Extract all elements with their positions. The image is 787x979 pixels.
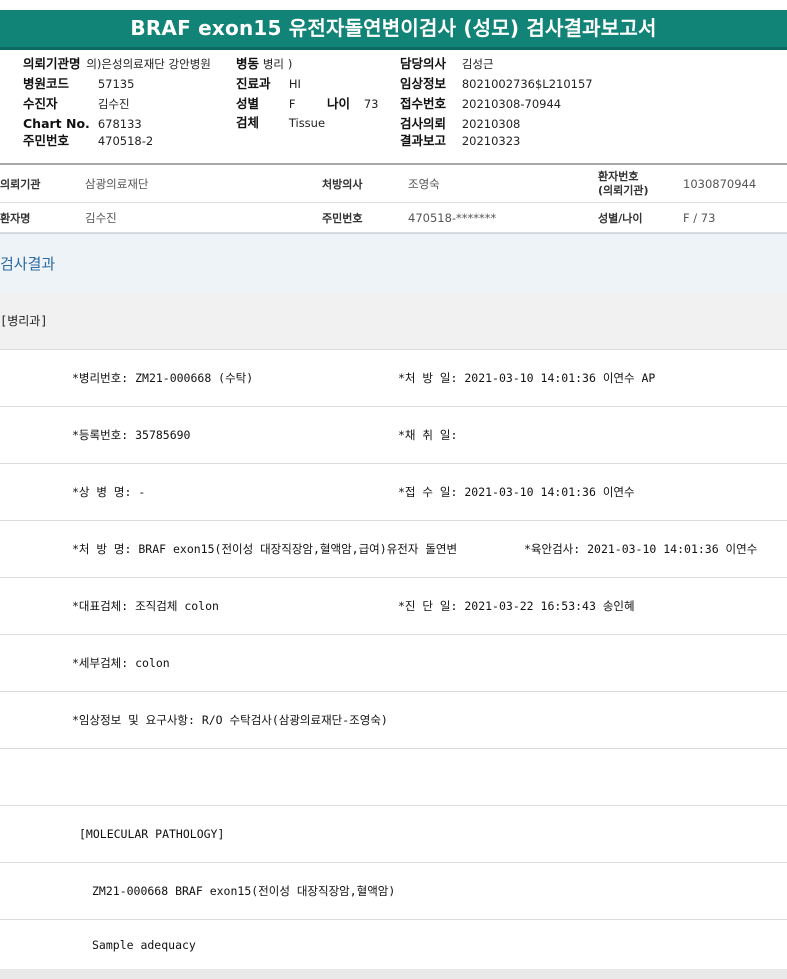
result-row: *상 병 명: - *접 수 일: 2021-03-10 14:01:36 이연… [0, 464, 787, 521]
result-row: ZM21-000668 BRAF exon15(전이성 대장직장암,혈액암) [0, 863, 787, 920]
info-doctor-label: 처방의사 [322, 177, 363, 191]
subsection-title: [병리과] [0, 314, 48, 328]
result-right: *채 취 일: [398, 428, 458, 442]
specimen-label: 검체 [236, 115, 260, 130]
resident-id-label: 주민번호 [23, 133, 70, 148]
chart-no-label: Chart No. [23, 116, 90, 131]
report-date-value: 20210323 [461, 134, 521, 148]
result-left: *처 방 명: BRAF exon15(전이성 대장직장암,혈액암,급여)유전자… [72, 542, 458, 556]
header-row-ward: 병동 병리 ) [236, 56, 293, 72]
result-row: [MOLECULAR PATHOLOGY] [0, 806, 787, 863]
age-label: 나이 [327, 96, 351, 111]
result-left: Sample adequacy [92, 937, 196, 952]
result-row: Sample adequacy [0, 920, 787, 969]
resident-id-value: 470518-2 [97, 134, 154, 148]
header-row-sex: 성별 F [236, 96, 296, 112]
info-institution-label: 의뢰기관 [0, 177, 41, 191]
result-left: *대표검체: 조직검체 colon [72, 599, 219, 613]
department-value: HI [288, 77, 301, 91]
request-date-value: 20210308 [461, 117, 521, 131]
info-id-label: 주민번호 [322, 211, 363, 225]
info-row-institution: 의뢰기관 삼광의료재단 처방의사 조영숙 환자번호 (의뢰기관) 1030870… [0, 165, 787, 203]
result-left: *임상정보 및 요구사항: R/O 수탁검사(삼광의료재단-조영숙) [72, 713, 388, 727]
header-row-doctor: 담당의사 김성근 [400, 56, 494, 72]
age-value: 73 [363, 97, 379, 111]
result-right: *처 방 일: 2021-03-10 14:01:36 이연수 AP [398, 371, 656, 385]
subsection-header: [병리과] [0, 292, 787, 350]
header-row-age: 나이 73 [327, 96, 379, 112]
result-row: *등록번호: 35785690 *채 취 일: [0, 407, 787, 464]
doctor-label: 담당의사 [400, 56, 447, 71]
result-right: *접 수 일: 2021-03-10 14:01:36 이연수 [398, 485, 635, 499]
info-id-value: 470518-******* [408, 210, 497, 225]
department-label: 진료과 [236, 76, 271, 91]
result-row: *병리번호: ZM21-000668 (수탁) *처 방 일: 2021-03-… [0, 350, 787, 407]
info-patient-no-label: 환자번호 (의뢰기관) [598, 169, 649, 197]
hospital-code-label: 병원코드 [23, 76, 70, 91]
bottom-strip [0, 969, 787, 979]
result-row: *처 방 명: BRAF exon15(전이성 대장직장암,혈액암,급여)유전자… [0, 521, 787, 578]
info-row-patient: 환자명 김수진 주민번호 470518-******* 성별/나이 F / 73 [0, 203, 787, 233]
info-sexage-label: 성별/나이 [598, 211, 643, 225]
result-right: *진 단 일: 2021-03-22 16:53:43 송인혜 [398, 599, 635, 613]
sex-value: F [288, 97, 296, 111]
report-title: BRAF exon15 유전자돌연변이검사 (성모) 검사결과보고서 [0, 10, 787, 47]
institution-name-label: 의뢰기관명 [23, 56, 81, 71]
patient-label: 수진자 [23, 96, 58, 111]
hospital-code-value: 57135 [97, 77, 135, 91]
result-left: *등록번호: 35785690 [72, 428, 191, 442]
specimen-value: Tissue [288, 116, 326, 130]
header-row-specimen: 검체 Tissue [236, 115, 326, 131]
report-date-label: 결과보고 [400, 133, 447, 148]
info-institution-value: 삼광의료재단 [85, 176, 149, 191]
header-row-resident-id: 주민번호 470518-2 [23, 133, 154, 149]
header-row-request-date: 검사의뢰 20210308 [400, 116, 521, 132]
result-left: *세부검체: colon [72, 656, 170, 670]
header-row-patient: 수진자 김수진 [23, 96, 130, 112]
ward-label: 병동 [236, 56, 260, 71]
result-left: ZM21-000668 BRAF exon15(전이성 대장직장암,혈액암) [92, 884, 396, 898]
header-row-chart: Chart No. 678133 [23, 116, 142, 132]
patient-value: 김수진 [97, 97, 130, 111]
info-doctor-value: 조영숙 [408, 176, 440, 191]
section-title: 검사결과 [0, 255, 56, 273]
header-row-receipt-no: 접수번호 20210308-70944 [400, 96, 562, 112]
info-patient-no-value: 1030870944 [683, 176, 757, 191]
header-row-department: 진료과 HI [236, 76, 301, 92]
doctor-value: 김성근 [461, 57, 494, 71]
header-row-hospital-code: 병원코드 57135 [23, 76, 135, 92]
institution-name-value: 의)은성의료재단 강안병원 [86, 57, 211, 71]
result-row: *임상정보 및 요구사항: R/O 수탁검사(삼광의료재단-조영숙) [0, 692, 787, 749]
request-date-label: 검사의뢰 [400, 116, 447, 131]
result-row-empty [0, 749, 787, 806]
section-header: 검사결과 [0, 233, 787, 293]
header-row-report-date: 결과보고 20210323 [400, 133, 521, 149]
info-sexage-value: F / 73 [683, 210, 716, 225]
clinical-info-value: 8021002736$L210157 [461, 77, 593, 91]
header-row-institution: 의뢰기관명 의)은성의료재단 강안병원 [23, 56, 211, 72]
result-right: *육안검사: 2021-03-10 14:01:36 이연수 [524, 542, 758, 556]
result-row: *대표검체: 조직검체 colon *진 단 일: 2021-03-22 16:… [0, 578, 787, 635]
clinical-info-label: 임상정보 [400, 76, 447, 91]
result-row: *세부검체: colon [0, 635, 787, 692]
result-left: *상 병 명: - [72, 485, 146, 499]
ward-value: 병리 [262, 57, 285, 71]
sex-label: 성별 [236, 96, 260, 111]
header-row-clinical-info: 임상정보 8021002736$L210157 [400, 76, 593, 92]
receipt-no-label: 접수번호 [400, 96, 447, 111]
result-left: *병리번호: ZM21-000668 (수탁) [72, 371, 254, 385]
title-underline [0, 47, 787, 50]
result-left: [MOLECULAR PATHOLOGY] [79, 827, 225, 841]
chart-no-value: 678133 [97, 117, 142, 131]
info-name-value: 김수진 [85, 210, 117, 225]
receipt-no-value: 20210308-70944 [461, 97, 562, 111]
info-name-label: 환자명 [0, 211, 31, 225]
